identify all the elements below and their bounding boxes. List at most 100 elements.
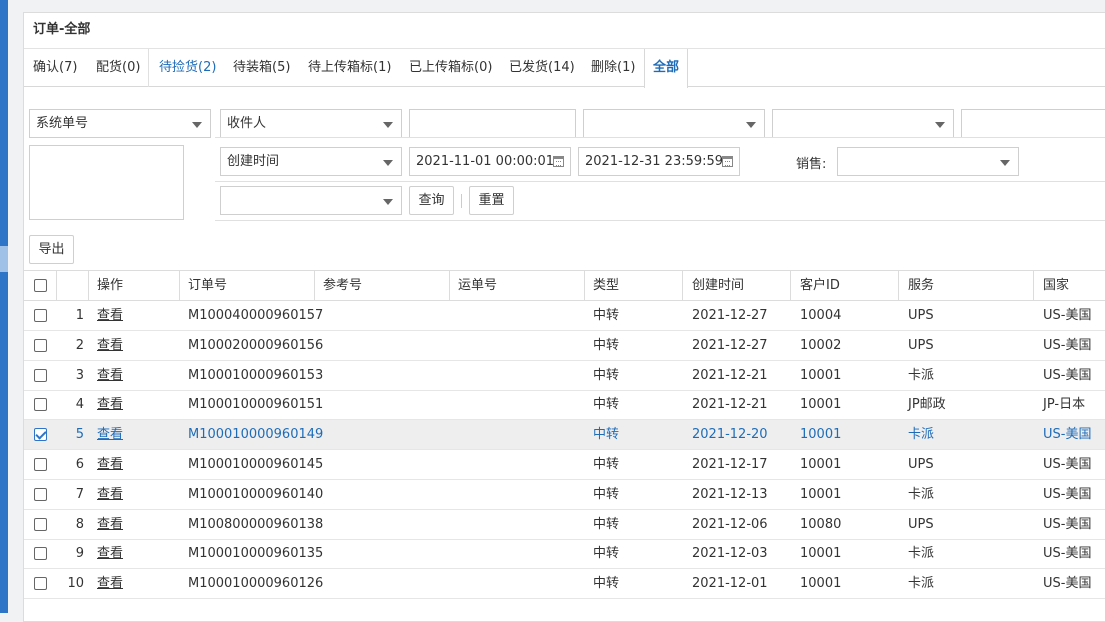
sidebar-collapse-handle[interactable] bbox=[0, 246, 8, 272]
tab-all[interactable]: 全部 bbox=[644, 49, 688, 88]
recipient-type-select[interactable]: 收件人 bbox=[220, 109, 402, 138]
row-checkbox[interactable] bbox=[34, 547, 47, 561]
column-divider bbox=[179, 271, 180, 300]
cell-customer-id: 10001 bbox=[800, 546, 842, 562]
table-row[interactable]: 3 查看 M100010000960153 中转 2021-12-21 10001 卡派 US… bbox=[24, 361, 1105, 391]
cell-service: 卡派 bbox=[908, 427, 935, 443]
cell-country: US-美国 bbox=[1043, 486, 1092, 502]
order-numbers-textarea[interactable] bbox=[29, 145, 184, 220]
cell-type: 中转 bbox=[593, 337, 620, 353]
row-checkbox[interactable] bbox=[34, 368, 47, 382]
recipient-input[interactable] bbox=[409, 109, 576, 138]
cell-order-number: M100010000960140 bbox=[188, 486, 324, 502]
cell-service: UPS bbox=[908, 308, 934, 323]
col-header-type[interactable]: 类型 bbox=[593, 271, 619, 300]
export-button[interactable]: 导出 bbox=[29, 235, 74, 264]
search-type-select[interactable]: 系统单号 bbox=[29, 109, 211, 138]
cell-order-number: M100010000960126 bbox=[188, 576, 324, 592]
date-type-select[interactable]: 创建时间 bbox=[220, 147, 402, 176]
row-view-link[interactable]: 查看 bbox=[97, 390, 123, 420]
cell-service: UPS bbox=[908, 457, 934, 472]
row-checkbox[interactable] bbox=[34, 309, 47, 322]
cell-country: US-美国 bbox=[1043, 427, 1092, 443]
table-row[interactable]: 4 查看 M100010000960151 中转 2021-12-21 10001 JP邮政… bbox=[24, 390, 1105, 421]
cell-service: UPS bbox=[908, 337, 934, 353]
tab-allocate[interactable]: 配货(0) bbox=[96, 49, 140, 87]
calendar-icon[interactable] bbox=[722, 156, 733, 167]
col-header-ref[interactable]: 参考号 bbox=[323, 271, 362, 300]
cell-order-number: M100020000960156 bbox=[188, 337, 324, 353]
table-row[interactable]: 9 查看 M100010000960135 中转 2021-12-03 10001 卡派 US… bbox=[24, 539, 1105, 570]
cell-created: 2021-12-20 bbox=[692, 427, 768, 443]
cell-order-number: M100010000960151 bbox=[188, 397, 324, 413]
row-view-link[interactable]: 查看 bbox=[97, 450, 123, 480]
cell-type: 中转 bbox=[593, 546, 620, 562]
row-view-link[interactable]: 查看 bbox=[97, 510, 123, 540]
table-row[interactable]: 5 查看 M100010000960149 中转 2021-12-20 10001 卡派 US… bbox=[24, 420, 1105, 451]
row-checkbox[interactable] bbox=[34, 428, 47, 442]
table-row[interactable]: 7 查看 M100010000960140 中转 2021-12-13 10001 卡派 US… bbox=[24, 480, 1105, 510]
row-checkbox[interactable] bbox=[34, 577, 47, 591]
row-checkbox[interactable] bbox=[34, 338, 47, 352]
row-view-link[interactable]: 查看 bbox=[97, 301, 123, 331]
filter-input-5[interactable] bbox=[961, 109, 1105, 138]
cell-customer-id: 10004 bbox=[800, 308, 842, 323]
table-row[interactable]: 1 查看 M100040000960157 中转 2021-12-27 10004 UPS U… bbox=[24, 301, 1105, 331]
date-end-input[interactable]: 2021-12-31 23:59:59 bbox=[578, 147, 740, 176]
column-divider bbox=[314, 271, 315, 300]
row-checkbox[interactable] bbox=[34, 458, 47, 471]
cell-country: US-美国 bbox=[1043, 337, 1092, 353]
tab-packing[interactable]: 待装箱(5) bbox=[233, 49, 290, 87]
row-checkbox[interactable] bbox=[34, 487, 47, 501]
col-header-created[interactable]: 创建时间 bbox=[692, 271, 744, 300]
row-view-link[interactable]: 查看 bbox=[97, 361, 123, 391]
col-header-waybill[interactable]: 运单号 bbox=[458, 271, 497, 300]
tab-upload-label[interactable]: 待上传箱标(1) bbox=[308, 49, 391, 87]
reset-button[interactable]: 重置 bbox=[469, 186, 514, 215]
table-row[interactable]: 10 查看 M100010000960126 中转 2021-12-01 10001 卡派 U… bbox=[24, 569, 1105, 600]
row-view-link[interactable]: 查看 bbox=[97, 420, 123, 450]
cell-country: JP-日本 bbox=[1043, 397, 1086, 413]
date-start-input[interactable]: 2021-11-01 00:00:01 bbox=[409, 147, 571, 176]
table-row[interactable]: 2 查看 M100020000960156 中转 2021-12-27 10002 UPS U… bbox=[24, 331, 1105, 361]
col-header-order[interactable]: 订单号 bbox=[188, 271, 227, 300]
cell-country: US-美国 bbox=[1043, 367, 1092, 383]
table-row[interactable]: 6 查看 M100010000960145 中转 2021-12-17 10001 UPS U… bbox=[24, 450, 1105, 480]
column-divider bbox=[682, 271, 683, 300]
row-view-link[interactable]: 查看 bbox=[97, 331, 123, 361]
button-separator bbox=[461, 194, 462, 208]
row-view-link[interactable]: 查看 bbox=[97, 480, 123, 510]
cell-country: US-美国 bbox=[1043, 308, 1092, 323]
extra-select[interactable] bbox=[220, 186, 402, 215]
filter-select-4[interactable] bbox=[772, 109, 954, 138]
table-row[interactable]: 8 查看 M100800000960138 中转 2021-12-06 10080 UPS U… bbox=[24, 510, 1105, 540]
row-view-link[interactable]: 查看 bbox=[97, 539, 123, 569]
col-header-country[interactable]: 国家 bbox=[1043, 271, 1069, 300]
filter-select-3[interactable] bbox=[583, 109, 765, 138]
tab-shipped[interactable]: 已发货(14) bbox=[509, 49, 575, 87]
recipient-type-value: 收件人 bbox=[227, 116, 267, 131]
tab-picking[interactable]: 待捡货(2) bbox=[148, 49, 216, 87]
row-checkbox[interactable] bbox=[34, 398, 47, 412]
cell-type: 中转 bbox=[593, 516, 620, 532]
cell-order-number: M100010000960145 bbox=[188, 457, 324, 472]
col-header-action: 操作 bbox=[97, 278, 124, 293]
row-view-link[interactable]: 查看 bbox=[97, 569, 123, 599]
cell-order-number: M100010000960135 bbox=[188, 546, 324, 562]
tab-label-uploaded[interactable]: 已上传箱标(0) bbox=[409, 49, 492, 87]
row-number: 4 bbox=[75, 397, 84, 413]
cell-service: 卡派 bbox=[908, 367, 935, 383]
chevron-down-icon bbox=[383, 160, 393, 166]
cell-country: US-美国 bbox=[1043, 457, 1092, 472]
col-header-customer[interactable]: 客户ID bbox=[800, 271, 840, 300]
sales-select[interactable] bbox=[837, 147, 1019, 176]
calendar-icon[interactable] bbox=[553, 156, 564, 167]
tab-deleted[interactable]: 删除(1) bbox=[591, 49, 635, 87]
tab-confirm[interactable]: 确认(7) bbox=[33, 49, 77, 87]
query-button[interactable]: 查询 bbox=[409, 186, 454, 215]
select-all-checkbox[interactable] bbox=[34, 279, 47, 292]
cell-service: 卡派 bbox=[908, 576, 935, 592]
row-checkbox[interactable] bbox=[34, 517, 47, 531]
cell-customer-id: 10001 bbox=[800, 576, 842, 592]
col-header-service[interactable]: 服务 bbox=[908, 271, 934, 300]
